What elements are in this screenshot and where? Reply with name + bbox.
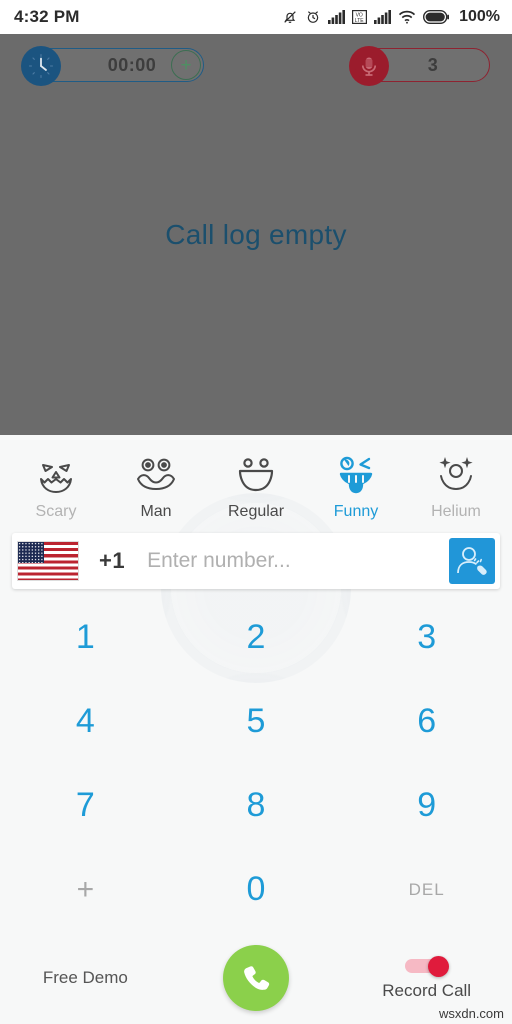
toggle-knob [427, 955, 449, 977]
call-button-area [171, 945, 342, 1011]
battery-icon [423, 10, 450, 24]
add-time-button[interactable]: + [171, 50, 201, 80]
alarm-clock-icon [307, 11, 319, 23]
bell-muted-icon [284, 11, 296, 23]
dial-key-7[interactable]: 7 [0, 764, 171, 848]
call-button[interactable] [223, 945, 289, 1011]
dialpad-row: + 0 DEL [0, 848, 512, 932]
dialpad: 1 2 3 4 5 6 7 8 9 + 0 DEL [0, 589, 512, 932]
record-call-toggle[interactable] [404, 955, 449, 977]
effect-label: Man [140, 502, 172, 520]
wifi-icon [398, 10, 416, 24]
voice-effects-row: Scary Man Regular Funny Helium [0, 435, 512, 533]
dialpad-row: 7 8 9 [0, 764, 512, 848]
regular-face-icon [233, 452, 279, 496]
dial-key-4[interactable]: 4 [0, 679, 171, 763]
country-code[interactable]: +1 [99, 548, 125, 574]
dial-key-6[interactable]: 6 [341, 679, 512, 763]
dialpad-row: 4 5 6 [0, 679, 512, 763]
dial-key-5[interactable]: 5 [171, 679, 342, 763]
bottom-bar: Free Demo Record Call [0, 932, 512, 1024]
status-bar-icons: VO LTE 100% [282, 8, 500, 26]
credits-pill[interactable]: 3 [349, 46, 490, 86]
man-face-icon [133, 452, 179, 496]
clock-icon [21, 46, 61, 86]
effect-label: Helium [431, 502, 481, 520]
svg-text:LTE: LTE [355, 18, 364, 24]
volte-icon: VO LTE [352, 10, 368, 24]
record-call-area: Record Call [341, 955, 512, 1001]
us-flag-icon[interactable] [17, 541, 79, 581]
search-input[interactable] [147, 549, 449, 573]
status-bar: 4:32 PM VO LTE 100% [0, 0, 512, 34]
top-status-row: 00:00 + 3 [0, 43, 512, 87]
dialer-panel: Scary Man Regular Funny Helium +1 Enter … [0, 435, 512, 1024]
dial-key-0[interactable]: 0 [171, 848, 342, 932]
effect-helium[interactable]: Helium [406, 452, 506, 521]
helium-face-icon [433, 452, 479, 496]
effect-funny[interactable]: Funny [306, 452, 406, 521]
signal-bars-icon [328, 10, 346, 24]
call-log-empty-message: Call log empty [165, 218, 347, 250]
scary-face-icon [33, 452, 79, 496]
phone-screen: 4:32 PM VO LTE 100% 00:00 + 3 Call log e… [0, 0, 512, 1024]
dial-key-plus[interactable]: + [0, 848, 171, 932]
effect-scary[interactable]: Scary [6, 452, 106, 521]
microphone-icon [349, 46, 389, 86]
credits-value: 3 [427, 54, 439, 75]
status-bar-clock: 4:32 PM [14, 7, 80, 26]
free-demo-label: Free Demo [42, 968, 128, 987]
timer-pill[interactable]: 00:00 + [21, 46, 204, 86]
dial-key-2[interactable]: 2 [171, 595, 342, 679]
effect-label: Regular [227, 502, 285, 520]
contact-call-icon[interactable] [449, 538, 495, 584]
battery-percentage: 100% [459, 8, 500, 25]
free-demo-area[interactable]: Free Demo [0, 968, 171, 988]
call-log-panel: 00:00 + 3 Call log empty [0, 34, 512, 435]
dial-key-delete[interactable]: DEL [341, 848, 512, 932]
effect-label: Funny [333, 502, 379, 520]
funny-face-icon [333, 452, 379, 496]
dial-key-9[interactable]: 9 [341, 764, 512, 848]
effect-man[interactable]: Man [106, 452, 206, 521]
dial-key-8[interactable]: 8 [171, 764, 342, 848]
effect-regular[interactable]: Regular [206, 452, 306, 521]
dial-key-3[interactable]: 3 [341, 595, 512, 679]
signal-bars-icon [374, 10, 392, 24]
dialpad-row: 1 2 3 [0, 595, 512, 679]
effect-label: Scary [35, 502, 77, 520]
phone-handset-icon [244, 966, 270, 990]
dial-key-1[interactable]: 1 [0, 595, 171, 679]
number-input-bar: +1 [12, 533, 500, 589]
record-call-label: Record Call [382, 980, 472, 1000]
